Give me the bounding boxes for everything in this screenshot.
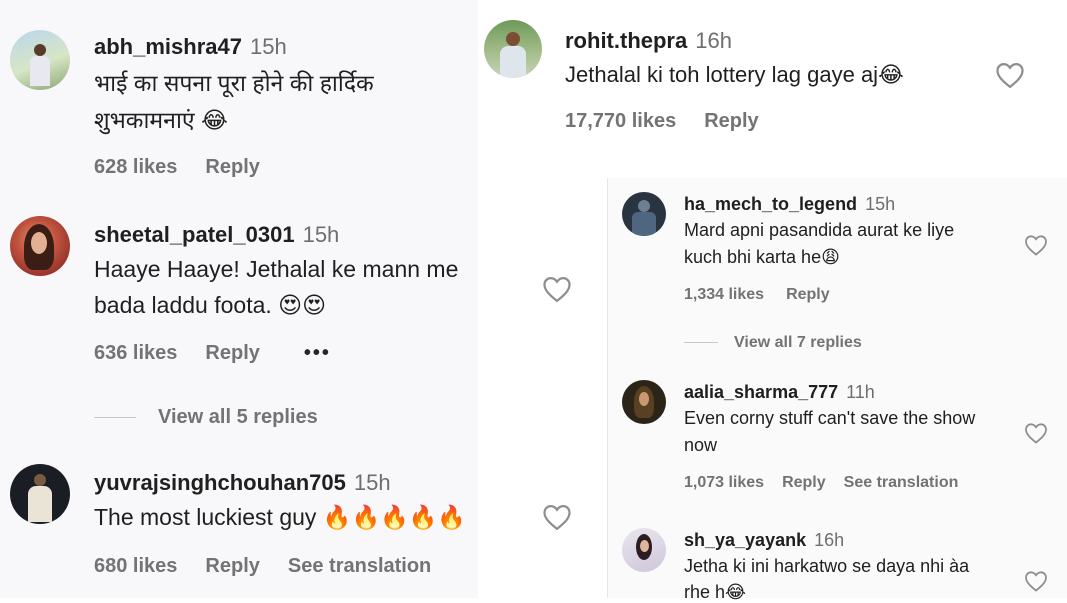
panel-divider xyxy=(607,178,608,598)
username-text[interactable]: abh_mishra47 xyxy=(94,34,242,59)
comment-text-line-1: Even corny stuff can't save the show xyxy=(684,408,976,428)
comment-username[interactable]: yuvrajsinghchouhan705 15h xyxy=(94,470,391,496)
see-translation-button[interactable]: See translation xyxy=(288,555,431,577)
see-translation-button[interactable]: See translation xyxy=(844,474,959,491)
username-text[interactable]: sh_ya_yayank xyxy=(684,530,806,550)
heart-icon[interactable] xyxy=(1024,234,1048,261)
avatar[interactable] xyxy=(10,464,70,524)
comment-text-line-1: Mard apni pasandida aurat ke liye xyxy=(684,220,955,240)
comment-time: 16h xyxy=(695,28,732,53)
comment-time: 16h xyxy=(814,530,845,550)
heart-icon[interactable] xyxy=(1024,422,1048,449)
avatar[interactable] xyxy=(484,20,542,78)
comment-username[interactable]: sh_ya_yayank 16h xyxy=(684,530,844,551)
username-text[interactable]: yuvrajsinghchouhan705 xyxy=(94,470,346,495)
comment-username[interactable]: rohit.thepra 16h xyxy=(565,28,732,54)
comment-username[interactable]: ha_mech_to_legend 15h xyxy=(684,194,895,215)
avatar[interactable] xyxy=(10,30,70,90)
view-replies-button[interactable]: View all 7 replies xyxy=(684,334,862,352)
comment-text-line-2: kuch bhi karta he😩 xyxy=(684,247,840,267)
comment-text-line-2: now xyxy=(684,435,718,455)
avatar[interactable] xyxy=(10,216,70,276)
comment-meta: 636 likes Reply ••• xyxy=(94,342,359,365)
reply-button[interactable]: Reply xyxy=(205,555,259,577)
comment-username[interactable]: aalia_sharma_777 11h xyxy=(684,382,875,403)
comment-meta: 680 likes Reply See translation xyxy=(94,555,459,578)
comment-text-line-1: भाई का सपना पूरा होने की हार्दिक xyxy=(94,70,374,96)
comment-meta: 1,073 likes Reply See translation xyxy=(684,474,986,492)
heart-icon[interactable] xyxy=(1024,570,1048,597)
comment-username[interactable]: sheetal_patel_0301 15h xyxy=(94,222,339,248)
likes-count[interactable]: 628 likes xyxy=(94,156,177,178)
username-text[interactable]: rohit.thepra xyxy=(565,28,687,53)
username-text[interactable]: sheetal_patel_0301 xyxy=(94,222,295,247)
comment-meta: 17,770 likes Reply xyxy=(565,110,787,133)
more-icon[interactable]: ••• xyxy=(304,342,331,364)
avatar[interactable] xyxy=(622,192,666,236)
comment-time: 15h xyxy=(302,222,340,247)
reply-button[interactable]: Reply xyxy=(205,342,259,364)
reply-button[interactable]: Reply xyxy=(782,474,826,491)
likes-count[interactable]: 680 likes xyxy=(94,555,177,577)
divider-line xyxy=(684,342,718,344)
reply-button[interactable]: Reply xyxy=(786,286,830,303)
username-text[interactable]: aalia_sharma_777 xyxy=(684,382,838,402)
comment-text-line-2: शुभकामनाएं 😂 xyxy=(94,107,228,133)
heart-icon[interactable] xyxy=(995,61,1025,94)
avatar[interactable] xyxy=(622,528,666,572)
heart-icon[interactable] xyxy=(542,275,572,308)
likes-count[interactable]: 1,073 likes xyxy=(684,474,764,491)
view-replies-label[interactable]: View all 7 replies xyxy=(734,334,862,351)
view-replies-button[interactable]: View all 5 replies xyxy=(94,406,318,429)
comment-time: 15h xyxy=(865,194,896,214)
comment-text: Jethalal ki toh lottery lag gaye aj😂 xyxy=(565,62,904,87)
comment-meta: 628 likes Reply xyxy=(94,156,288,179)
comment-time: 15h xyxy=(353,470,391,495)
comment-time: 15h xyxy=(249,34,287,59)
heart-icon[interactable] xyxy=(542,503,572,536)
likes-count[interactable]: 1,334 likes xyxy=(684,286,764,303)
likes-count[interactable]: 17,770 likes xyxy=(565,110,676,132)
comment-text-line-1: Haaye Haaye! Jethalal ke mann me xyxy=(94,256,459,282)
avatar[interactable] xyxy=(622,380,666,424)
username-text[interactable]: ha_mech_to_legend xyxy=(684,194,857,214)
comment-text-line-2: bada laddu foota. 😍😍 xyxy=(94,292,327,318)
comment-text-line-1: The most luckiest guy 🔥🔥🔥🔥🔥 xyxy=(94,504,466,530)
comment-text-line-1: Jetha ki ini harkatwo se daya nhi àa xyxy=(684,556,970,576)
comment-username[interactable]: abh_mishra47 15h xyxy=(94,34,287,60)
reply-button[interactable]: Reply xyxy=(205,156,259,178)
comment-text-line-2: rhe h😂 xyxy=(684,582,747,602)
view-replies-label[interactable]: View all 5 replies xyxy=(158,406,318,428)
comment-time: 11h xyxy=(846,382,875,402)
comment-meta: 1,334 likes Reply xyxy=(684,286,858,304)
likes-count[interactable]: 636 likes xyxy=(94,342,177,364)
divider-line xyxy=(94,417,136,419)
reply-button[interactable]: Reply xyxy=(704,110,758,132)
